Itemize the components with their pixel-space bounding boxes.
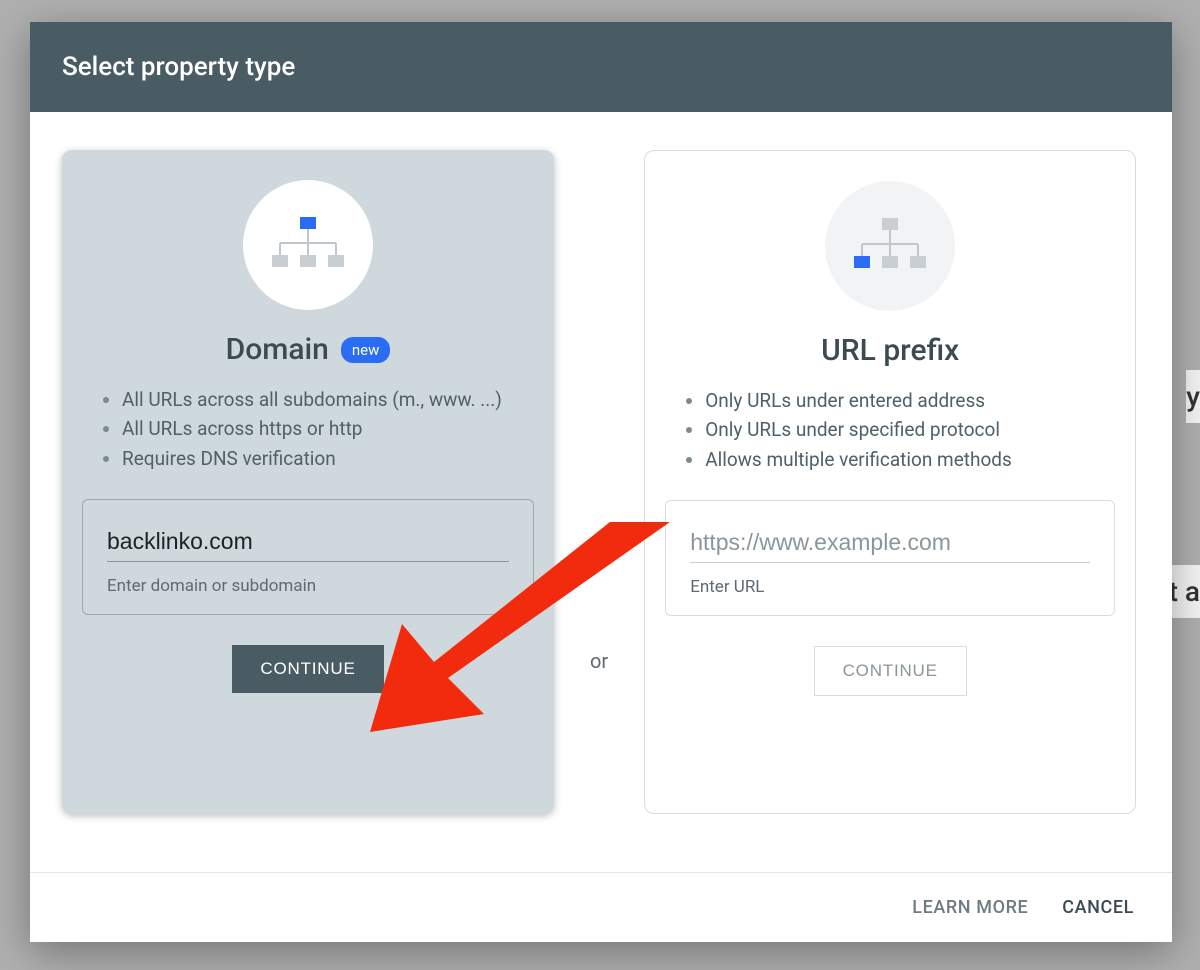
feature-item: All URLs across all subdomains (m., www.…	[122, 385, 534, 414]
url-features: Only URLs under entered address Only URL…	[665, 386, 1115, 474]
url-continue-button[interactable]: CONTINUE	[814, 646, 967, 696]
domain-features: All URLs across all subdomains (m., www.…	[82, 385, 534, 473]
property-type-dialog: Select property type Domain new	[30, 22, 1172, 942]
feature-item: Only URLs under entered address	[705, 386, 1115, 415]
url-input-helper: Enter URL	[690, 577, 1090, 597]
or-separator: or	[590, 349, 608, 673]
domain-input-helper: Enter domain or subdomain	[107, 576, 509, 596]
domain-title-row: Domain new	[226, 332, 391, 367]
new-badge: new	[341, 337, 391, 363]
feature-item: Requires DNS verification	[122, 444, 534, 473]
feature-item: Allows multiple verification methods	[705, 445, 1115, 474]
url-prefix-card[interactable]: URL prefix Only URLs under entered addre…	[644, 150, 1136, 814]
dialog-title: Select property type	[30, 22, 1172, 112]
dialog-body: Domain new All URLs across all subdomain…	[30, 112, 1172, 872]
backdrop-text: y	[1186, 370, 1200, 423]
learn-more-link[interactable]: LEARN MORE	[912, 897, 1028, 918]
domain-card[interactable]: Domain new All URLs across all subdomain…	[62, 150, 554, 814]
url-prefix-title: URL prefix	[821, 333, 959, 368]
cancel-button[interactable]: CANCEL	[1062, 897, 1134, 918]
backdrop-text: t a	[1169, 565, 1200, 618]
feature-item: Only URLs under specified protocol	[705, 415, 1115, 444]
sitemap-icon	[243, 180, 373, 310]
domain-input[interactable]	[107, 522, 509, 562]
domain-title: Domain	[226, 332, 329, 367]
domain-continue-button[interactable]: CONTINUE	[232, 645, 383, 693]
feature-item: All URLs across https or http	[122, 414, 534, 443]
dialog-footer: LEARN MORE CANCEL	[30, 872, 1172, 942]
domain-input-box: Enter domain or subdomain	[82, 499, 534, 615]
sitemap-icon	[825, 181, 955, 311]
url-input-box: Enter URL	[665, 500, 1115, 616]
url-input[interactable]	[690, 523, 1090, 563]
url-title-row: URL prefix	[821, 333, 959, 368]
